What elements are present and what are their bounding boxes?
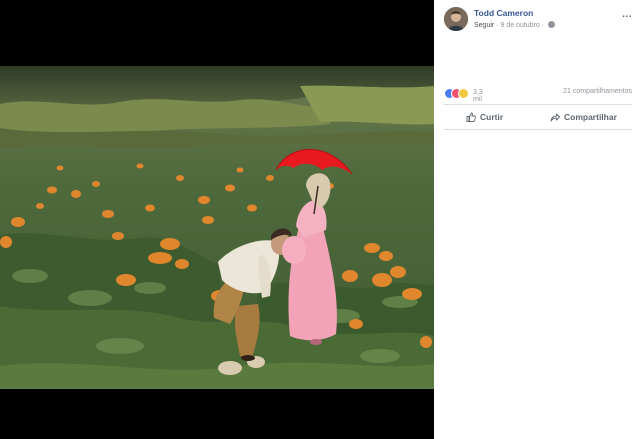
share-button[interactable]: Compartilhar — [550, 105, 617, 129]
haha-reaction-icon — [458, 88, 469, 99]
meta-separator: · — [496, 22, 499, 29]
post-actions: Curtir Compartilhar — [444, 104, 632, 130]
post-date[interactable]: 9 de outubro — [500, 22, 539, 29]
post-meta: Seguir · 9 de outubro · — [474, 21, 556, 29]
like-label: Curtir — [480, 112, 504, 122]
share-arrow-icon — [550, 113, 560, 122]
share-label: Compartilhar — [564, 112, 617, 122]
post-sidebar: Todd Cameron Seguir · 9 de outubro · ...… — [434, 0, 640, 439]
avatar[interactable] — [444, 7, 468, 31]
share-count[interactable]: 21 compartilhamentos — [563, 88, 632, 95]
meta-separator: · — [541, 22, 545, 29]
reaction-count[interactable]: 3,3 mil — [473, 89, 483, 103]
author-name[interactable]: Todd Cameron — [474, 8, 533, 18]
globe-icon — [548, 21, 556, 28]
post-photo[interactable] — [0, 66, 434, 389]
more-options-icon[interactable]: ... — [622, 9, 632, 20]
photo-viewer — [0, 0, 434, 439]
post-stats: 3,3 mil 21 compartilhamentos — [444, 87, 632, 103]
follow-link[interactable]: Seguir — [474, 22, 494, 29]
post-header: Todd Cameron Seguir · 9 de outubro · ... — [444, 7, 634, 33]
like-button[interactable]: Curtir — [466, 105, 503, 129]
thumbs-up-icon — [466, 112, 476, 122]
